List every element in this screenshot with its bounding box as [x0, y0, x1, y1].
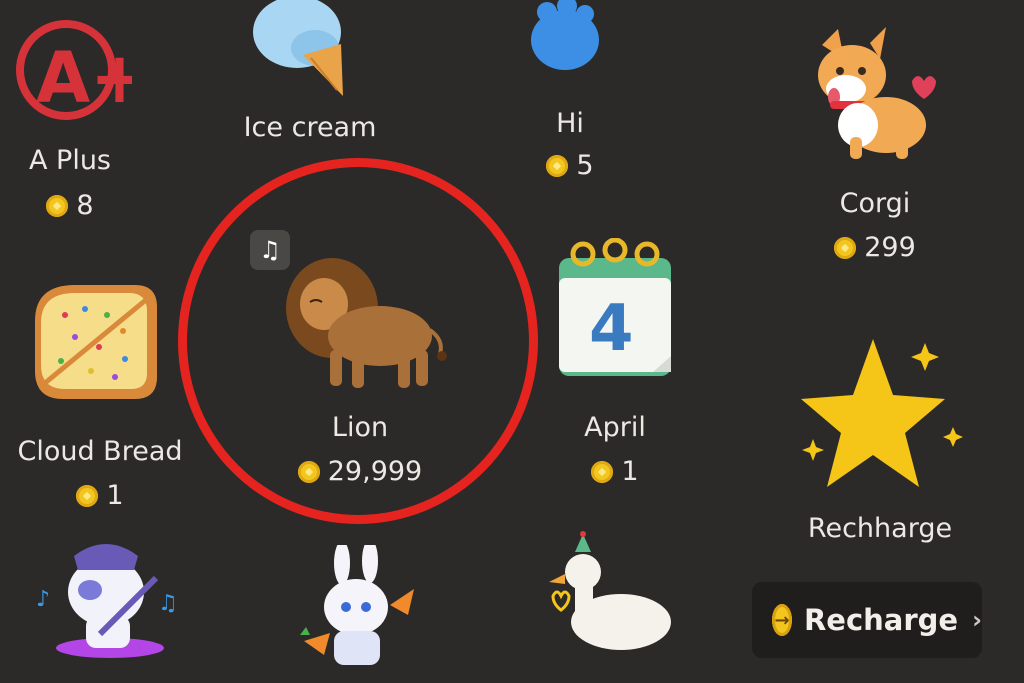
- star-icon: [801, 339, 963, 487]
- gift-duck[interactable]: [535, 530, 685, 683]
- price-value: 29,999: [327, 456, 423, 487]
- svg-text:4: 4: [589, 292, 634, 366]
- calendar-icon: 4: [559, 238, 671, 376]
- guitar-cat-icon: ♪ ♫: [36, 544, 178, 658]
- waving-hand-icon: [531, 0, 599, 70]
- arrow-coin-icon: →: [772, 604, 792, 636]
- gift-price: 8: [0, 190, 140, 221]
- coin-icon: [76, 484, 99, 507]
- gift-guitar-cat[interactable]: ♪ ♫: [30, 530, 190, 683]
- price-value: 8: [76, 190, 94, 221]
- gift-name: A Plus: [28, 145, 111, 176]
- price-value: 1: [106, 480, 124, 511]
- corgi-icon: [818, 27, 936, 159]
- coin-icon: [834, 236, 857, 259]
- gift-price: 299: [785, 232, 965, 263]
- gift-lion[interactable]: Lion 29,999: [250, 240, 470, 500]
- gift-name: Ice cream: [243, 112, 377, 143]
- gift-name: Lion: [331, 412, 389, 443]
- gift-price: 1: [545, 456, 685, 487]
- gift-name: Cloud Bread: [17, 436, 183, 467]
- recharge-button[interactable]: → Recharge ›: [752, 582, 982, 658]
- cloud-bread-icon: [35, 285, 157, 399]
- gift-price: 1: [0, 480, 200, 511]
- gift-a-plus[interactable]: A+ A Plus 8: [0, 0, 140, 230]
- gift-bunny[interactable]: [290, 545, 440, 683]
- a-plus-sticker-icon: A+: [16, 20, 132, 120]
- recharge-label: Recharge: [803, 603, 959, 637]
- duck-icon: [549, 531, 671, 650]
- gift-name: Rechharge: [807, 513, 953, 544]
- gift-name: April: [584, 412, 646, 443]
- price-value: 1: [621, 456, 639, 487]
- coin-icon: [591, 460, 614, 483]
- gift-corgi[interactable]: Corgi 299: [785, 20, 965, 270]
- coin-icon: [46, 194, 69, 217]
- gift-april[interactable]: 4 April 1: [545, 238, 685, 488]
- price-value: 5: [576, 150, 594, 181]
- lion-icon: [286, 258, 447, 388]
- svg-text:♪: ♪: [36, 587, 50, 612]
- coin-icon: [297, 460, 320, 483]
- gift-hi[interactable]: Hi 5: [510, 0, 630, 190]
- gift-rechharge[interactable]: Rechharge: [780, 330, 980, 560]
- ice-cream-icon: [253, 0, 343, 96]
- gift-name: Hi: [556, 108, 584, 139]
- price-value: 299: [864, 232, 916, 263]
- gift-price: 29,999: [250, 456, 470, 487]
- chevron-right-icon: ›: [972, 606, 982, 634]
- gift-price: 5: [510, 150, 630, 181]
- gift-name: Corgi: [839, 188, 911, 219]
- svg-text:A+: A+: [36, 37, 132, 119]
- gift-ice-cream[interactable]: Ice cream: [230, 0, 390, 150]
- gift-cloud-bread[interactable]: Cloud Bread 1: [0, 270, 200, 515]
- bunny-icon: [300, 545, 414, 665]
- svg-text:♫: ♫: [158, 591, 178, 616]
- coin-icon: [546, 154, 569, 177]
